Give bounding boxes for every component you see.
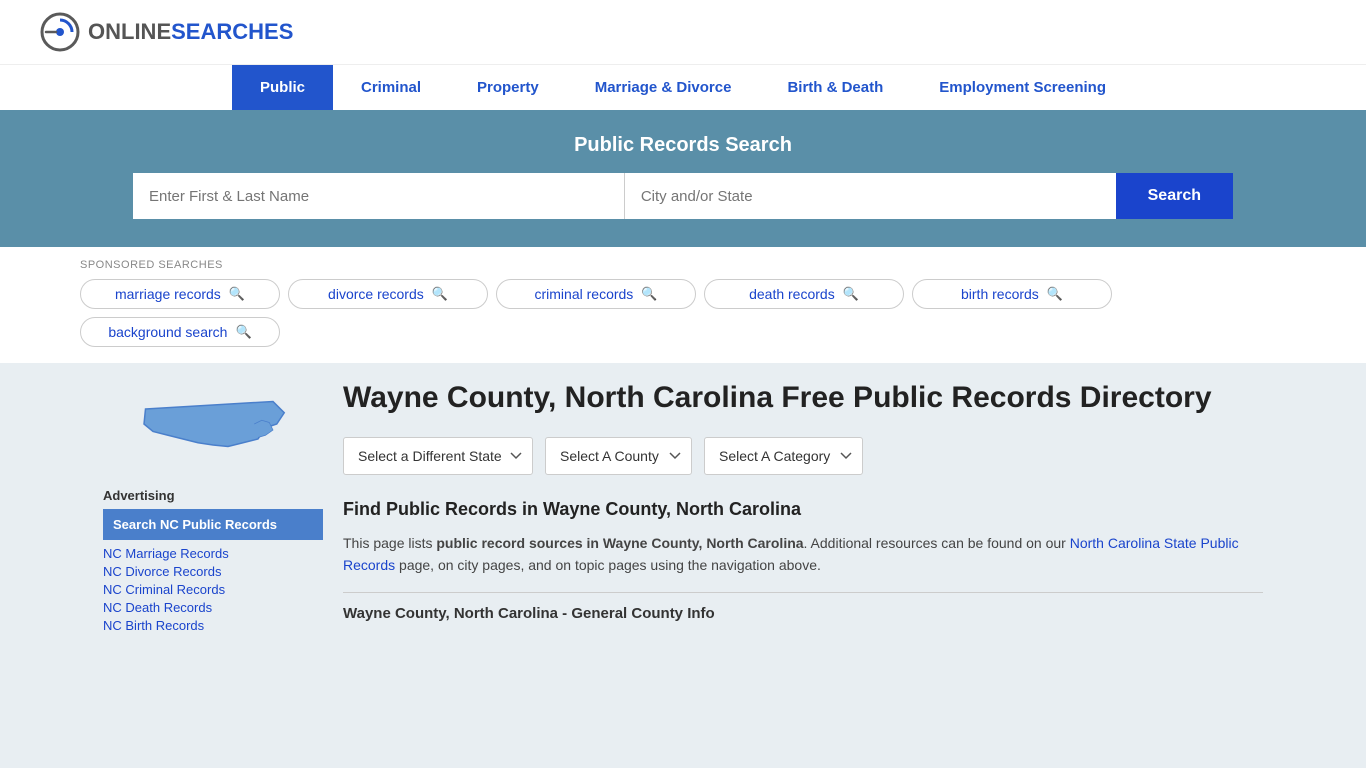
desc-start: This page lists [343,535,436,551]
main-nav: Public Criminal Property Marriage & Divo… [0,64,1366,110]
nav-criminal[interactable]: Criminal [333,65,449,110]
pill-label: background search [108,324,227,340]
search-icon: 🔍 [235,324,251,340]
desc-bold: public record sources in Wayne County, N… [436,535,803,551]
nav-public[interactable]: Public [232,65,333,110]
pill-label: marriage records [115,286,221,302]
pill-label: birth records [961,286,1039,302]
ad-highlighted[interactable]: Search NC Public Records [103,509,323,540]
main-area: Advertising Search NC Public Records NC … [63,363,1303,652]
search-icon: 🔍 [229,286,245,302]
name-input[interactable] [133,173,625,219]
state-map [103,379,323,472]
pill-label: divorce records [328,286,424,302]
nav-employment[interactable]: Employment Screening [911,65,1134,110]
search-icon: 🔍 [641,286,657,302]
pill-birth-records[interactable]: birth records 🔍 [912,279,1112,309]
pill-death-records[interactable]: death records 🔍 [704,279,904,309]
ad-link-criminal[interactable]: NC Criminal Records [103,582,323,597]
pill-criminal-records[interactable]: criminal records 🔍 [496,279,696,309]
search-icon: 🔍 [843,286,859,302]
desc-end: page, on city pages, and on topic pages … [395,557,821,573]
logo-text: ONLINESEARCHES [88,19,293,45]
section-divider [343,592,1263,593]
search-banner-title: Public Records Search [40,134,1326,157]
ad-link-birth[interactable]: NC Birth Records [103,618,323,633]
search-icon: 🔍 [1047,286,1063,302]
county-dropdown[interactable]: Select A County [545,437,692,475]
nav-property[interactable]: Property [449,65,567,110]
find-description: This page lists public record sources in… [343,532,1263,577]
nav-marriage-divorce[interactable]: Marriage & Divorce [567,65,760,110]
sponsored-section: SPONSORED SEARCHES marriage records 🔍 di… [0,247,1366,363]
sponsored-label: SPONSORED SEARCHES [40,259,1326,271]
ad-link-divorce[interactable]: NC Divorce Records [103,564,323,579]
logo[interactable]: ONLINESEARCHES [40,12,293,52]
logo-icon [40,12,80,52]
sponsored-pills: marriage records 🔍 divorce records 🔍 cri… [40,279,1326,347]
pill-divorce-records[interactable]: divorce records 🔍 [288,279,488,309]
search-banner: Public Records Search Search [0,110,1366,247]
dropdown-row: Select a Different State Select A County… [343,437,1263,475]
desc-mid: . Additional resources can be found on o… [804,535,1070,551]
ad-link-death[interactable]: NC Death Records [103,600,323,615]
page-title: Wayne County, North Carolina Free Public… [343,379,1263,417]
advertising-label: Advertising [103,488,323,503]
ad-link-marriage[interactable]: NC Marriage Records [103,546,323,561]
category-dropdown[interactable]: Select A Category [704,437,863,475]
search-form: Search [133,173,1233,219]
pill-label: criminal records [535,286,634,302]
nav-birth-death[interactable]: Birth & Death [759,65,911,110]
nc-map-svg [133,379,293,469]
left-sidebar: Advertising Search NC Public Records NC … [103,379,323,636]
find-title: Find Public Records in Wayne County, Nor… [343,499,1263,520]
state-dropdown[interactable]: Select a Different State [343,437,533,475]
site-header: ONLINESEARCHES [0,0,1366,64]
general-info-title: Wayne County, North Carolina - General C… [343,605,1263,622]
pill-label: death records [749,286,835,302]
right-content: Wayne County, North Carolina Free Public… [343,379,1263,636]
location-input[interactable] [625,173,1116,219]
search-button[interactable]: Search [1116,173,1233,219]
pill-background-search[interactable]: background search 🔍 [80,317,280,347]
search-icon: 🔍 [432,286,448,302]
pill-marriage-records[interactable]: marriage records 🔍 [80,279,280,309]
